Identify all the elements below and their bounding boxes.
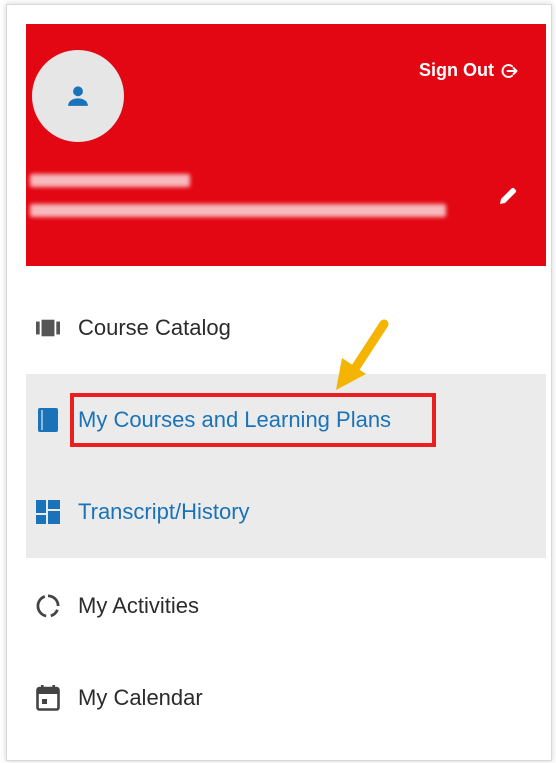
edit-profile-button[interactable] — [496, 184, 520, 213]
menu-item-transcript[interactable]: Transcript/History — [26, 466, 546, 558]
user-name-redacted — [30, 174, 190, 187]
menu-item-my-activities[interactable]: My Activities — [26, 560, 546, 652]
catalog-icon — [36, 316, 60, 340]
menu-item-label: Course Catalog — [78, 315, 231, 340]
sign-out-label: Sign Out — [419, 60, 494, 80]
menu-item-my-calendar[interactable]: My Calendar — [26, 652, 546, 744]
person-icon — [68, 86, 88, 106]
menu-item-label: My Calendar — [78, 685, 203, 710]
highlight-box — [70, 393, 436, 447]
progress-circle-icon — [36, 594, 60, 618]
pencil-icon — [500, 187, 517, 204]
user-email-redacted — [30, 204, 446, 217]
sign-out-icon — [501, 63, 518, 78]
menu-item-course-catalog[interactable]: Course Catalog — [26, 282, 546, 374]
menu-item-label: My Activities — [78, 593, 200, 618]
arrow-annotation-icon — [330, 318, 394, 399]
menu-item-label: Transcript/History — [78, 499, 250, 524]
profile-header: Sign Out — [26, 24, 546, 266]
book-icon — [36, 408, 60, 432]
dashboard-icon — [36, 500, 60, 524]
calendar-icon — [36, 685, 60, 711]
sign-out-button[interactable]: Sign Out — [419, 60, 518, 81]
avatar[interactable] — [32, 50, 124, 142]
